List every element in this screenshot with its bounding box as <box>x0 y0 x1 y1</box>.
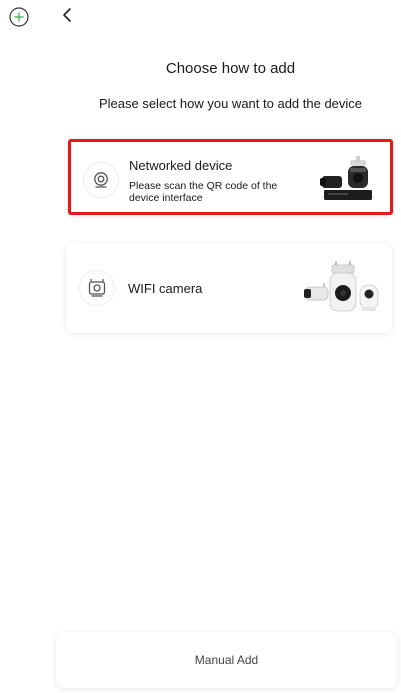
wifi-camera-icon <box>80 271 114 305</box>
page-title: Choose how to add <box>165 60 296 77</box>
networked-device-description: Please scan the QR code of the device in… <box>129 180 278 204</box>
wifi-camera-title: WIFI camera <box>128 281 203 296</box>
page-subtitle: Please select how you want to add the de… <box>98 96 363 111</box>
back-chevron-icon[interactable] <box>58 4 78 26</box>
networked-device-option[interactable]: Networked device Please scan the QR code… <box>68 139 393 215</box>
plus-circle-icon[interactable] <box>9 7 29 27</box>
manual-add-button[interactable]: Manual Add <box>56 632 397 688</box>
wifi-cameras-image <box>304 261 379 312</box>
wifi-camera-option[interactable]: WIFI camera <box>66 243 392 333</box>
page: Choose how to add Please select how you … <box>0 0 401 693</box>
network-cameras-image <box>320 156 372 200</box>
webcam-icon <box>84 163 118 197</box>
networked-device-title: Networked device <box>129 158 233 173</box>
